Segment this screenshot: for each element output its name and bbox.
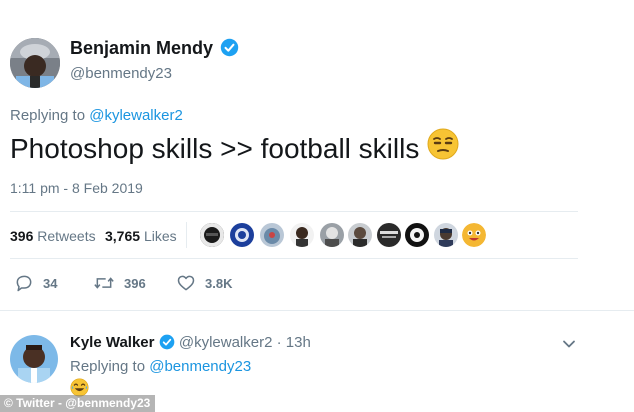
retweet-action[interactable]: 396	[93, 273, 146, 293]
retweet-count: 396	[124, 275, 146, 291]
liker-avatar[interactable]	[376, 222, 402, 248]
reply-icon[interactable]	[14, 273, 34, 293]
image-credit: © Twitter - @benmendy23	[0, 395, 156, 412]
liker-avatar[interactable]	[461, 222, 487, 248]
stats-separator	[186, 222, 187, 248]
like-action[interactable]: 3.8K	[176, 273, 232, 293]
reply-header: Kyle Walker @kylewalker2 · 13h	[70, 334, 311, 351]
liker-avatar[interactable]	[229, 222, 255, 248]
heart-icon[interactable]	[176, 273, 196, 293]
likes-stat[interactable]: 3,765 Likes	[105, 228, 177, 244]
replying-to: Replying to @kylewalker2	[10, 107, 183, 124]
reply-count: 34	[43, 275, 58, 291]
reply-replying-to-handle[interactable]: @benmendy23	[149, 358, 251, 375]
liker-avatar[interactable]	[347, 222, 373, 248]
author-name-text[interactable]: Benjamin Mendy	[70, 38, 213, 58]
chevron-down-icon[interactable]	[561, 336, 577, 352]
divider-stats-actions	[10, 258, 578, 259]
likes-count: 3,765	[105, 228, 141, 244]
liker-avatar[interactable]	[319, 222, 345, 248]
retweets-label: Retweets	[37, 228, 96, 244]
verified-badge-icon	[159, 334, 175, 349]
verified-badge-icon	[220, 39, 239, 57]
reply-author-name[interactable]: Kyle Walker	[70, 334, 155, 351]
author-name[interactable]: Benjamin Mendy	[70, 38, 239, 59]
tweet-text: Photoshop skills >> football skills	[10, 128, 459, 167]
reply-replying-to-label: Replying to	[70, 358, 150, 375]
liker-avatar[interactable]	[199, 222, 225, 248]
replying-to-label: Replying to	[10, 107, 90, 124]
retweets-count: 396	[10, 228, 34, 244]
author-avatar[interactable]	[10, 38, 60, 88]
liker-avatar[interactable]	[259, 222, 285, 248]
author-handle[interactable]: @benmendy23	[70, 65, 172, 82]
reply-author-handle[interactable]: @kylewalker2	[179, 334, 273, 351]
likes-label: Likes	[143, 228, 177, 244]
replying-to-handle[interactable]: @kylewalker2	[89, 107, 183, 124]
reply-author-avatar[interactable]	[10, 335, 58, 383]
reply-age[interactable]: 13h	[286, 334, 311, 351]
thread-separator	[0, 310, 634, 321]
retweets-stat[interactable]: 396 Retweets	[10, 228, 96, 244]
reply-replying-to: Replying to @benmendy23	[70, 358, 251, 375]
tweet-text-body: Photoshop skills >> football skills	[10, 133, 420, 164]
reply-action[interactable]: 34	[14, 273, 57, 293]
retweet-icon[interactable]	[93, 273, 115, 293]
liker-avatar[interactable]	[404, 222, 430, 248]
tweet-timestamp[interactable]: 1:11 pm - 8 Feb 2019	[10, 180, 143, 196]
liker-avatar[interactable]	[433, 222, 459, 248]
liker-avatar[interactable]	[289, 222, 315, 248]
unamused-face-emoji-icon	[427, 128, 459, 167]
reply-dot-separator: ·	[276, 334, 282, 351]
divider-top-stats	[10, 211, 578, 212]
image-credit-text: © Twitter - @benmendy23	[4, 396, 151, 410]
like-count: 3.8K	[205, 275, 233, 291]
